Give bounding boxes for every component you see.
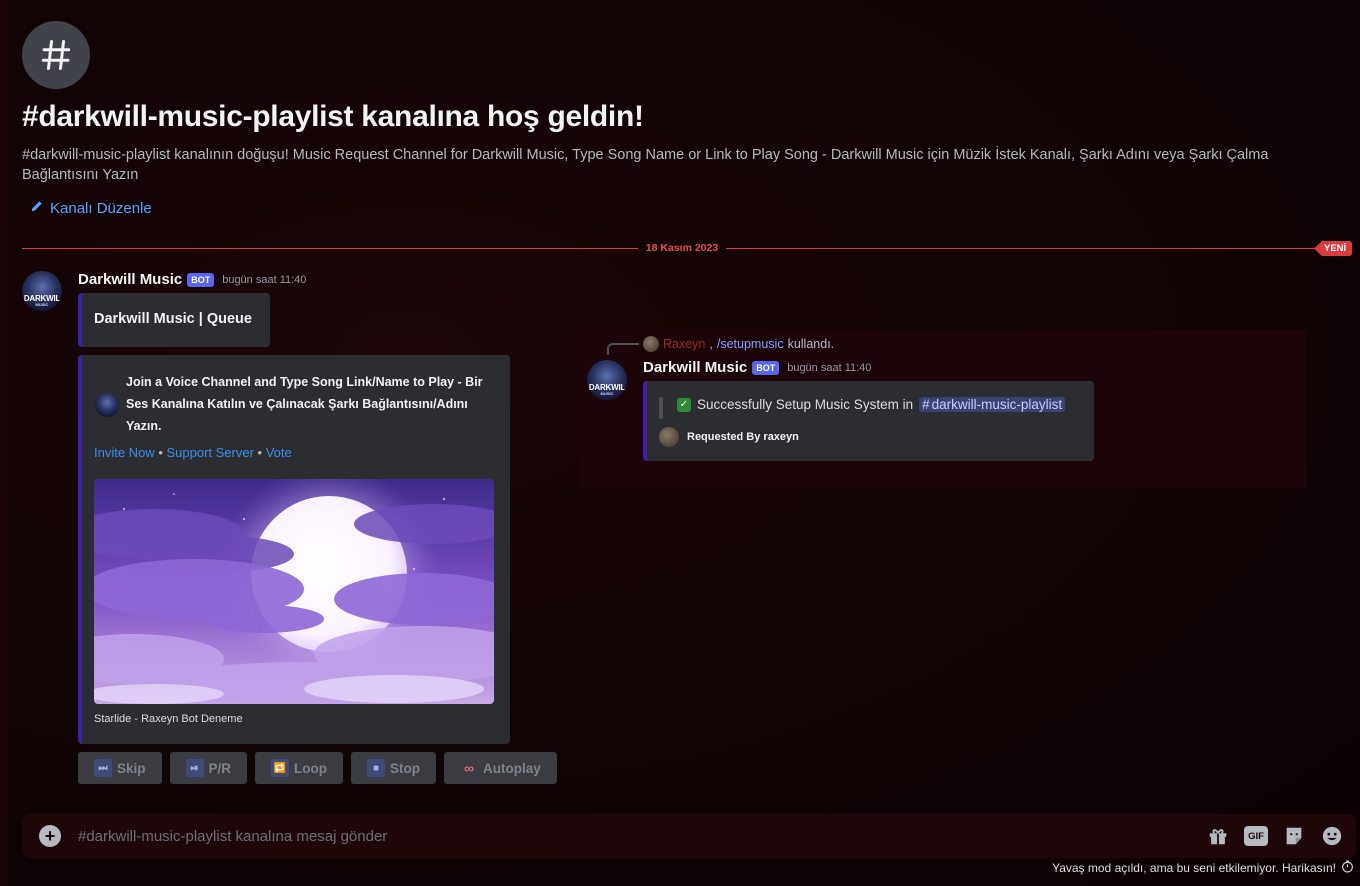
image-watermark: 27KB <box>456 686 476 695</box>
hash-icon: # <box>922 397 930 412</box>
gif-button[interactable]: GIF <box>1244 825 1268 847</box>
bot-avatar[interactable]: DARKWIL MUSIC <box>587 360 627 400</box>
edit-channel-button[interactable]: Kanalı Düzenle <box>30 199 152 217</box>
pause-resume-button[interactable]: ⏯ P/R <box>169 752 248 784</box>
skip-label: Skip <box>117 760 146 776</box>
bot-tag: BOT <box>187 272 215 287</box>
check-icon: ✓ <box>677 397 691 412</box>
player-controls: ⏭ Skip ⏯ P/R 🔁 Loop ■ Stop ∞ Autoplay <box>78 752 557 784</box>
divider-line-left <box>22 248 638 249</box>
date-divider: 18 Kasım 2023 YENİ <box>22 240 1353 258</box>
timestamp: bugün saat 11:40 <box>222 273 307 286</box>
bot-avatar[interactable]: DARKWIL MUSIC <box>22 271 62 311</box>
new-messages-badge: YENİ <box>1314 241 1353 256</box>
channel-description: #darkwill-music-playlist kanalının doğuş… <box>22 147 1269 183</box>
play-pause-icon: ⏯ <box>185 759 204 777</box>
message-input[interactable] <box>78 824 1178 848</box>
link-separator: • <box>253 445 266 460</box>
autoplay-icon: ∞ <box>464 760 475 776</box>
reply-comma: , <box>709 337 713 351</box>
pencil-icon <box>30 199 44 217</box>
requested-by: Requested By raxeyn <box>659 427 799 447</box>
embed-author-text: Join a Voice Channel and Type Song Link/… <box>126 375 483 433</box>
skip-icon: ⏭ <box>94 759 112 777</box>
message-header: Darkwill Music BOT bugün saat 11:40 <box>78 271 306 288</box>
autoplay-label: Autoplay <box>483 760 541 776</box>
autoplay-button[interactable]: ∞ Autoplay <box>444 752 557 784</box>
reply-connector <box>607 343 639 355</box>
success-line: ✓ Successfully Setup Music System in # da… <box>677 397 1066 412</box>
invite-now-link[interactable]: Invite Now <box>94 445 155 460</box>
channel-mention[interactable]: # darkwill-music-playlist <box>919 397 1066 412</box>
skip-button[interactable]: ⏭ Skip <box>78 752 162 784</box>
requested-by-text: Requested By raxeyn <box>687 431 799 443</box>
sticker-icon[interactable] <box>1282 825 1306 847</box>
pause-resume-label: P/R <box>208 760 232 776</box>
gift-icon[interactable] <box>1206 825 1230 847</box>
emoji-icon[interactable] <box>1320 825 1344 847</box>
stop-icon: ■ <box>367 759 386 777</box>
channel-mention-label: darkwill-music-playlist <box>931 397 1063 412</box>
loop-button[interactable]: 🔁 Loop <box>255 752 344 784</box>
gif-icon: GIF <box>1244 826 1268 846</box>
embed-image[interactable]: 27KB <box>94 479 494 704</box>
timestamp: bugün saat 11:40 <box>787 361 872 374</box>
embed-author-icon <box>95 393 119 417</box>
reply-user-avatar <box>643 336 659 352</box>
player-embed: Join a Voice Channel and Type Song Link/… <box>78 355 510 744</box>
link-separator: • <box>154 445 167 460</box>
slowmode-text: Yavaş mod açıldı, ama bu seni etkilemiyo… <box>1052 861 1336 875</box>
vote-link[interactable]: Vote <box>266 445 292 460</box>
bot-tag: BOT <box>752 360 780 375</box>
composer-tools: GIF <box>1206 825 1344 847</box>
support-server-link[interactable]: Support Server <box>166 445 253 460</box>
edit-channel-label: Kanalı Düzenle <box>50 199 152 217</box>
reply-context[interactable]: Raxeyn, /setupmusic kullandı. <box>643 336 834 352</box>
stop-label: Stop <box>390 760 421 776</box>
embed-footer: Starlide - Raxeyn Bot Deneme <box>94 713 243 725</box>
message-header: Darkwill Music BOT bugün saat 11:40 <box>643 359 871 376</box>
embed-links: Invite Now • Support Server • Vote <box>94 445 292 460</box>
username[interactable]: Darkwill Music <box>78 271 182 288</box>
setup-success-embed: ✓ Successfully Setup Music System in # da… <box>643 381 1094 461</box>
success-text: Successfully Setup Music System in <box>697 397 914 412</box>
queue-embed: Darkwill Music | Queue <box>78 293 270 347</box>
welcome-title: #darkwill-music-playlist kanalına hoş ge… <box>22 100 644 133</box>
channel-hash-icon <box>22 21 90 89</box>
loop-label: Loop <box>294 760 328 776</box>
divider-date: 18 Kasım 2023 <box>645 242 719 254</box>
queue-title: Darkwill Music | Queue <box>94 311 252 327</box>
slowmode-notice: Yavaş mod açıldı, ama bu seni etkilemiyo… <box>1052 860 1354 876</box>
requester-avatar <box>659 427 679 447</box>
avatar-logo-sub: MUSIC <box>35 302 49 308</box>
left-edge <box>0 0 8 886</box>
plus-icon: + <box>44 826 56 846</box>
stop-button[interactable]: ■ Stop <box>351 752 437 784</box>
reply-suffix: kullandı. <box>787 337 835 351</box>
add-attachment-button[interactable]: + <box>39 825 61 847</box>
quote-bar <box>659 397 663 419</box>
reply-username[interactable]: Raxeyn <box>663 337 705 351</box>
reply-command[interactable]: /setupmusic <box>717 337 784 351</box>
avatar-logo-sub: MUSIC <box>600 391 614 397</box>
timer-icon <box>1341 860 1354 876</box>
divider-line-right <box>726 248 1316 249</box>
message-composer: + GIF <box>22 814 1356 858</box>
loop-icon: 🔁 <box>271 759 290 777</box>
username[interactable]: Darkwill Music <box>643 359 747 376</box>
